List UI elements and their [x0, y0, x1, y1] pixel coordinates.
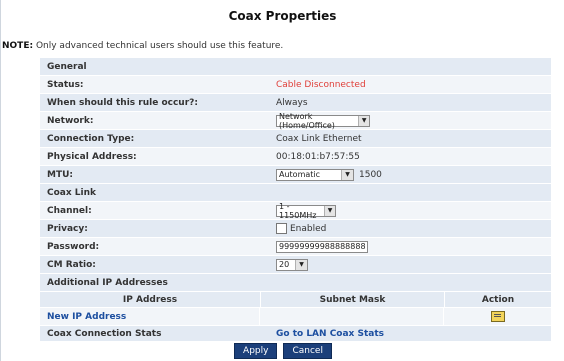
status-label: Status: — [47, 79, 84, 90]
section-coax-heading: Coax Link — [47, 187, 97, 198]
mtu-value: 1500 — [359, 169, 382, 180]
mtu-select-value: Automatic — [279, 170, 321, 179]
chevron-down-icon[interactable]: ▼ — [341, 169, 353, 180]
button-bar: Apply Cancel — [1, 343, 564, 359]
password-row: Password: 99999999988888888 — [40, 238, 551, 256]
page: Coax Properties NOTE: Only advanced tech… — [0, 0, 564, 361]
chevron-down-icon[interactable]: ▼ — [358, 115, 369, 126]
network-row: Network: Network (Home/Office) ▼ — [40, 112, 551, 130]
coax-stats-label: Coax Connection Stats — [47, 328, 162, 339]
col-action: Action — [481, 294, 515, 305]
section-general-heading: General — [47, 61, 87, 72]
status-row: Status: Cable Disconnected — [40, 76, 551, 94]
conn-type-value: Coax Link Ethernet — [276, 133, 362, 144]
col-ip-address: IP Address — [40, 292, 261, 307]
coax-stats-row: Coax Connection Stats Go to LAN Coax Sta… — [40, 326, 551, 341]
warning-note: NOTE: Only advanced technical users shou… — [2, 41, 283, 51]
rule-label: When should this rule occur?: — [47, 97, 198, 108]
phys-addr-value: 00:18:01:b7:57:55 — [276, 151, 360, 162]
chevron-down-icon[interactable]: ▼ — [324, 205, 335, 216]
section-additional-heading: Additional IP Addresses — [47, 277, 168, 288]
new-ip-address-link[interactable]: New IP Address — [40, 308, 260, 325]
network-select[interactable]: Network (Home/Office) ▼ — [276, 111, 370, 130]
channel-select[interactable]: 1 - 1150MHz ▼ — [276, 201, 336, 220]
status-value: Cable Disconnected — [276, 79, 366, 90]
subnet-mask-cell — [260, 308, 444, 325]
properties-panel: General Status: Cable Disconnected When … — [40, 58, 551, 341]
phys-addr-row: Physical Address: 00:18:01:b7:57:55 — [40, 148, 551, 166]
lan-coax-stats-link[interactable]: Go to LAN Coax Stats — [276, 329, 384, 339]
channel-select-value: 1 - 1150MHz — [279, 201, 317, 220]
channel-label: Channel: — [47, 205, 92, 216]
mtu-select[interactable]: Automatic ▼ — [276, 168, 354, 181]
privacy-checkbox-label: Enabled — [290, 223, 327, 234]
ip-table-header: IP Address Subnet Mask Action — [40, 292, 551, 308]
privacy-row: Privacy: Enabled — [40, 220, 551, 238]
apply-button[interactable]: Apply — [234, 343, 278, 359]
cm-ratio-select-value: 20 — [279, 260, 290, 269]
password-field[interactable]: 99999999988888888 — [276, 240, 368, 253]
cm-ratio-select[interactable]: 20 ▼ — [276, 258, 308, 271]
rule-value: Always — [276, 97, 308, 108]
chevron-down-icon[interactable]: ▼ — [295, 259, 307, 270]
cm-ratio-row: CM Ratio: 20 ▼ — [40, 256, 551, 274]
conn-type-label: Connection Type: — [47, 133, 135, 144]
table-row: New IP Address — [40, 308, 551, 326]
cancel-button[interactable]: Cancel — [283, 343, 332, 359]
col-subnet-mask: Subnet Mask — [261, 292, 445, 307]
phys-addr-label: Physical Address: — [47, 151, 137, 162]
password-label: Password: — [47, 241, 100, 252]
rule-row: When should this rule occur?: Always — [40, 94, 551, 112]
cm-ratio-label: CM Ratio: — [47, 259, 96, 270]
network-label: Network: — [47, 115, 94, 126]
section-additional-ip: Additional IP Addresses — [40, 274, 551, 292]
privacy-checkbox[interactable] — [276, 223, 287, 234]
note-text: Only advanced technical users should use… — [35, 41, 284, 51]
channel-row: Channel: 1 - 1150MHz ▼ — [40, 202, 551, 220]
section-general: General — [40, 58, 551, 76]
privacy-label: Privacy: — [47, 223, 88, 234]
conn-type-row: Connection Type: Coax Link Ethernet — [40, 130, 551, 148]
network-select-value: Network (Home/Office) — [279, 111, 335, 130]
mtu-label: MTU: — [47, 169, 74, 180]
note-prefix: NOTE: — [2, 41, 34, 51]
page-title: Coax Properties — [228, 9, 337, 23]
section-coax-link: Coax Link — [40, 184, 551, 202]
edit-icon[interactable] — [490, 311, 505, 322]
mtu-row: MTU: Automatic ▼ 1500 — [40, 166, 551, 184]
